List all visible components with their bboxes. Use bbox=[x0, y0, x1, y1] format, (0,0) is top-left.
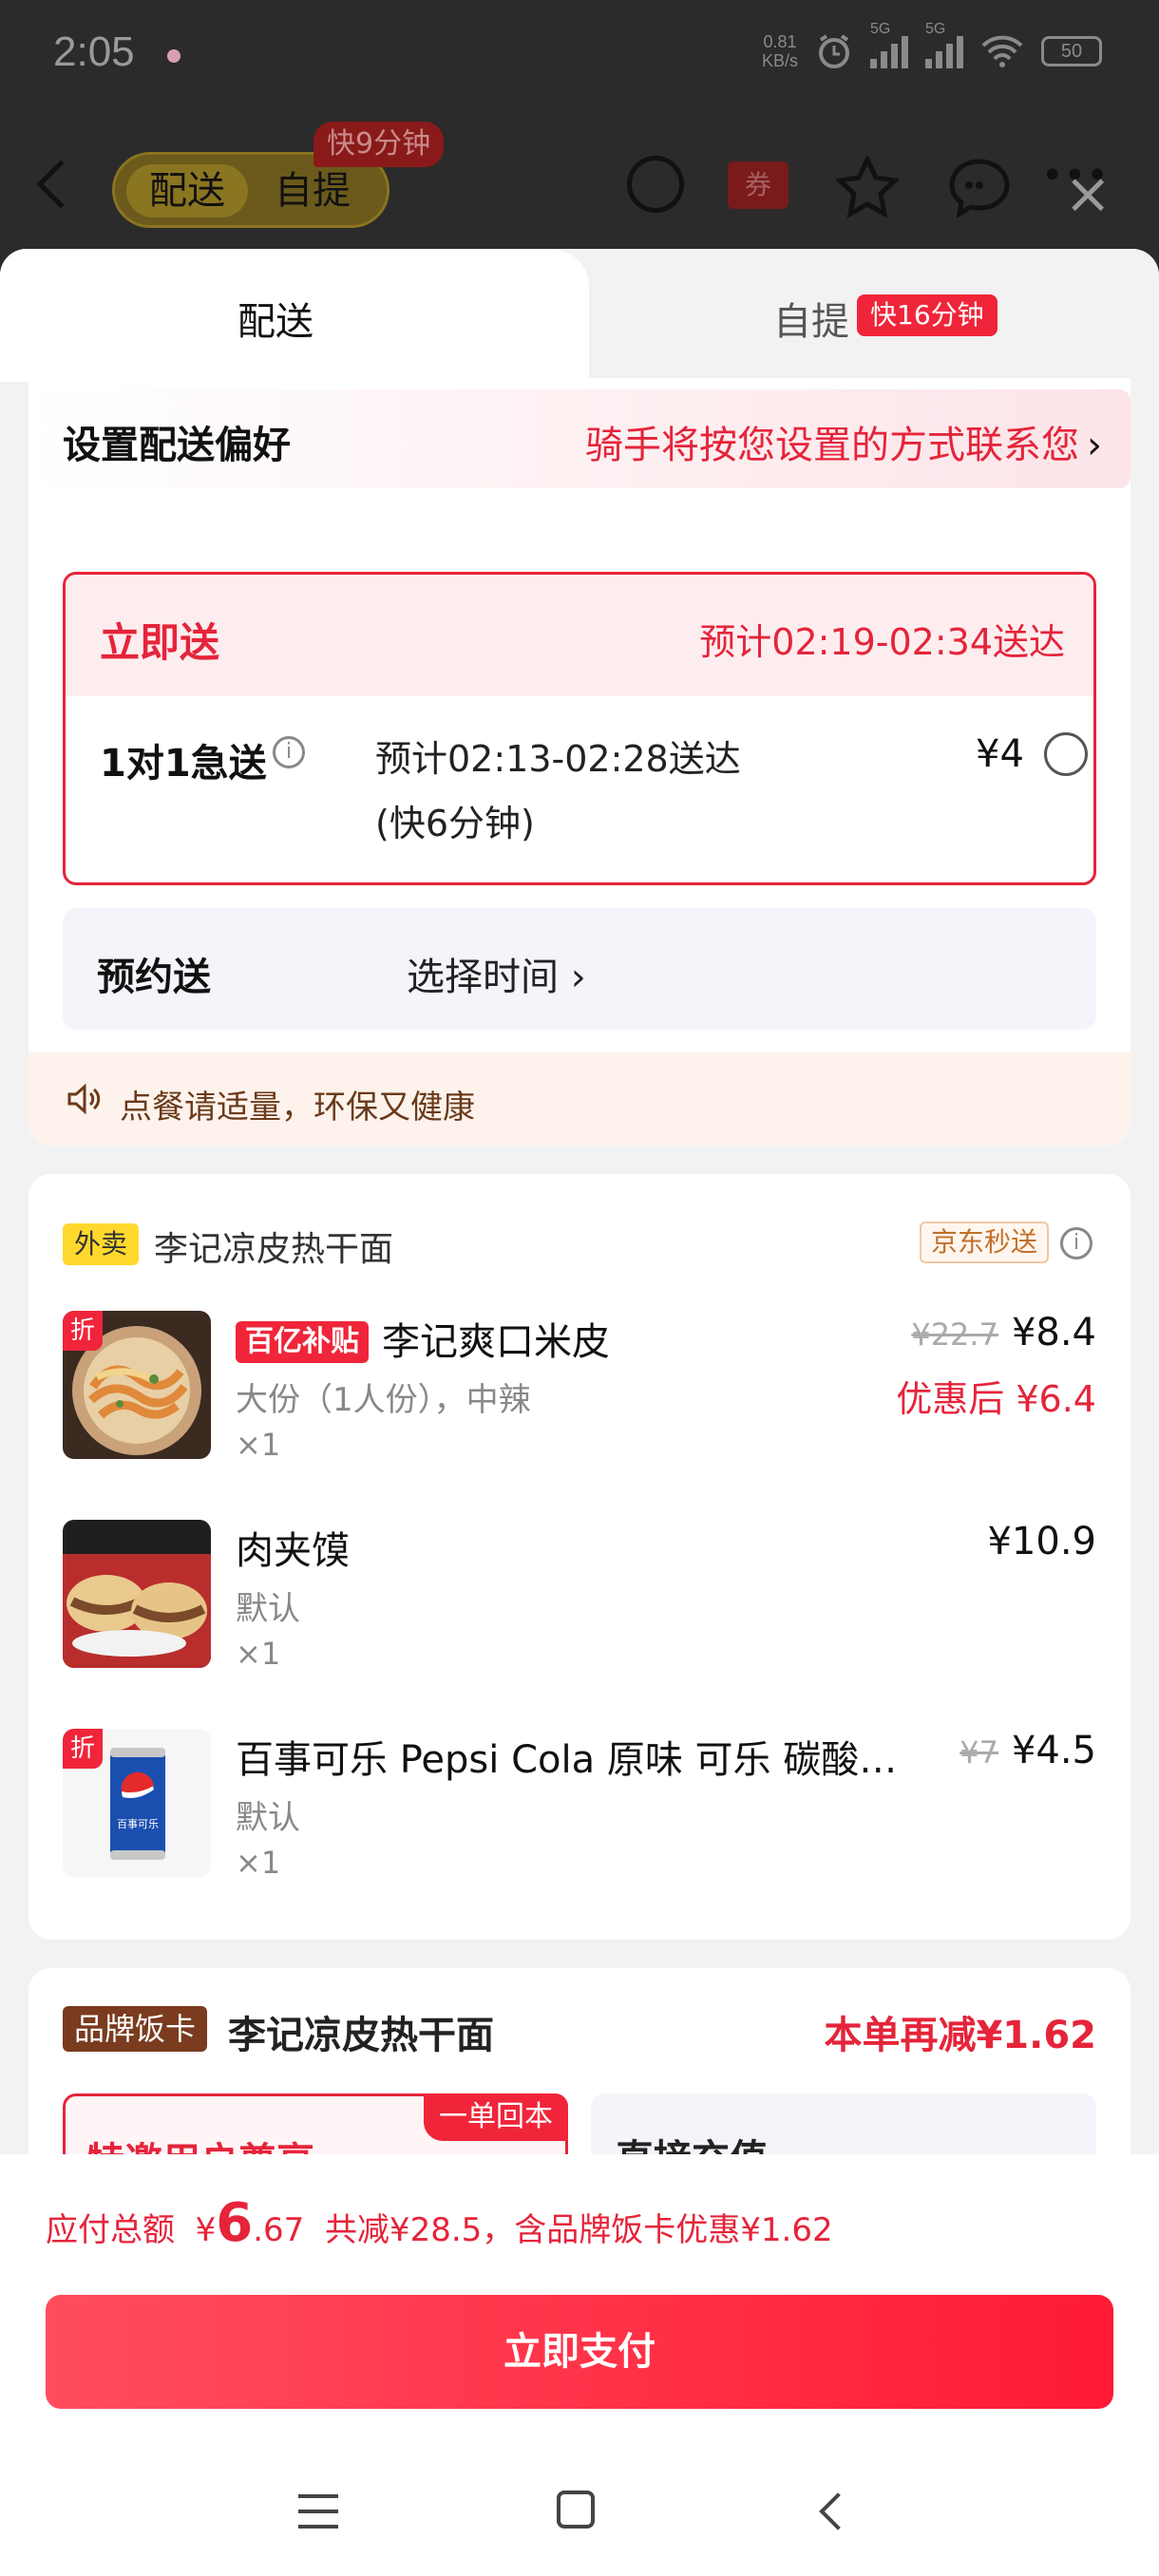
pickup-faster-tag: 快9分钟 bbox=[314, 122, 445, 167]
mode-delivery[interactable]: 配送 bbox=[126, 164, 248, 218]
wifi-icon bbox=[981, 35, 1023, 67]
preference-link[interactable]: 骑手将按您设置的方式联系您 › bbox=[585, 414, 1102, 469]
signal-2: 5G bbox=[925, 21, 963, 68]
item-price: ¥10.9 bbox=[987, 1520, 1096, 1563]
preference-title: 设置配送偏好 bbox=[63, 424, 291, 467]
coupon-icon[interactable]: 券 bbox=[728, 161, 788, 209]
drink-image: 百事可乐 折 bbox=[63, 1729, 211, 1877]
svg-text:百事可乐: 百事可乐 bbox=[117, 1818, 159, 1830]
item-name: 百亿补贴 李记爽口米皮 bbox=[236, 1311, 610, 1366]
info-icon[interactable]: i bbox=[1060, 1227, 1092, 1260]
delivery-preference-row[interactable]: 设置配送偏好 骑手将按您设置的方式联系您 › bbox=[28, 389, 1130, 488]
instant-delivery-header: 立即送 预计02:19-02:34送达 bbox=[66, 575, 1093, 696]
network-speed: 0.81 KB/s bbox=[761, 32, 798, 70]
item-name: 肉夹馍 bbox=[236, 1529, 350, 1573]
scheduled-title: 预约送 bbox=[97, 956, 211, 999]
eco-tip: 点餐请适量，环保又健康 bbox=[28, 1052, 1130, 1146]
mode-pickup[interactable]: 自提 bbox=[275, 164, 351, 218]
subsidy-badge: 百亿补贴 bbox=[236, 1321, 369, 1363]
battery-icon: 50 bbox=[1041, 36, 1102, 66]
checkout-bar: 应付总额 ¥6.67 共减¥28.5，含品牌饭卡优惠¥1.62 立即支付 bbox=[0, 2154, 1159, 2576]
offer-tag: 一单回本 bbox=[424, 2093, 568, 2141]
signal-bars-icon bbox=[925, 34, 963, 68]
list-item[interactable]: 百事可乐 折 百事可乐 Pepsi Cola 原味 可乐 碳酸… 默认 ×1 ¥… bbox=[63, 1729, 1096, 1890]
express-option-price: ¥4 bbox=[976, 732, 1024, 776]
item-spec: 大份（1人份），中辣 bbox=[236, 1381, 531, 1419]
home-icon[interactable] bbox=[557, 2491, 595, 2529]
pickup-badge: 快16分钟 bbox=[857, 294, 998, 336]
item-spec: 默认 bbox=[236, 1590, 300, 1628]
signal-bars-icon bbox=[870, 34, 908, 68]
discount-summary: 共减¥28.5，含品牌饭卡优惠¥1.62 bbox=[324, 2211, 833, 2249]
item-price: ¥7 ¥4.5 bbox=[960, 1729, 1096, 1772]
status-bar: 2:05 0.81 KB/s 5G 5G 50 bbox=[0, 0, 1159, 114]
item-name: 百事可乐 Pepsi Cola 原味 可乐 碳酸… bbox=[236, 1738, 898, 1782]
takeout-badge: 外卖 bbox=[63, 1223, 140, 1265]
discount-badge: 折 bbox=[63, 1311, 103, 1351]
signal-1: 5G bbox=[870, 21, 908, 68]
status-icons: 0.81 KB/s 5G 5G 50 bbox=[761, 21, 1102, 70]
speaker-icon bbox=[67, 1083, 101, 1115]
item-price: ¥22.7 ¥8.4 bbox=[911, 1311, 1096, 1354]
tip-text: 点餐请适量，环保又健康 bbox=[120, 1089, 475, 1127]
list-item[interactable]: 折 百亿补贴 李记爽口米皮 大份（1人份），中辣 ×1 ¥22.7 ¥8.4 优惠后… bbox=[63, 1311, 1096, 1472]
item-price-after-discount: 优惠后 ¥6.4 bbox=[896, 1378, 1096, 1420]
star-icon[interactable] bbox=[836, 156, 899, 218]
pay-now-button[interactable]: 立即支付 bbox=[46, 2295, 1113, 2409]
express-option-radio[interactable] bbox=[1044, 732, 1088, 776]
search-icon[interactable] bbox=[627, 156, 684, 213]
close-icon[interactable]: × bbox=[1064, 165, 1112, 222]
list-item[interactable]: 肉夹馍 默认 ×1 ¥10.9 bbox=[63, 1520, 1096, 1681]
express-option-title: 1对1急送 bbox=[100, 742, 267, 786]
chevron-right-icon: › bbox=[1087, 424, 1102, 467]
delivery-options-card: 设置配送偏好 骑手将按您设置的方式联系您 › 立即送 预计02:19-02:34送… bbox=[28, 378, 1130, 1146]
item-quantity: ×1 bbox=[236, 1636, 281, 1672]
page-header: 配送 自提 快9分钟 券 ••• × bbox=[0, 122, 1159, 266]
express-option-eta: 预计02:13-02:28送达 (快6分钟) bbox=[375, 738, 741, 844]
tab-delivery[interactable]: 配送 bbox=[0, 249, 589, 382]
back-nav-icon[interactable] bbox=[819, 2492, 857, 2530]
clock: 2:05 bbox=[53, 28, 135, 75]
info-icon[interactable]: i bbox=[273, 736, 305, 768]
total-amount: 6 bbox=[216, 2192, 254, 2254]
food-image: 折 bbox=[63, 1311, 211, 1459]
instant-title: 立即送 bbox=[100, 619, 220, 666]
alarm-icon bbox=[819, 34, 849, 68]
system-nav-bar bbox=[0, 2456, 1159, 2576]
brand-card-saving: 本单再减¥1.62 bbox=[824, 2014, 1096, 2057]
delivery-service-tag: 京东秒送 bbox=[920, 1222, 1050, 1263]
discount-badge: 折 bbox=[63, 1729, 103, 1769]
instant-eta: 预计02:19-02:34送达 bbox=[699, 621, 1065, 663]
item-spec: 默认 bbox=[236, 1799, 300, 1837]
notification-dot bbox=[167, 49, 180, 63]
food-image bbox=[63, 1520, 211, 1668]
choose-time-link[interactable]: 选择时间 › bbox=[407, 946, 586, 1001]
menu-icon[interactable] bbox=[298, 2494, 338, 2529]
tab-pickup[interactable]: 自提 bbox=[773, 291, 849, 346]
back-icon[interactable] bbox=[36, 160, 86, 209]
chat-icon[interactable] bbox=[946, 156, 1013, 218]
order-items-card: 外卖 李记凉皮热干面 京东秒送 i 折 百亿补贴 李记爽口米皮 大份（1人份），中… bbox=[28, 1174, 1130, 1940]
total-summary: 应付总额 ¥6.67 共减¥28.5，含品牌饭卡优惠¥1.62 bbox=[46, 2192, 833, 2254]
brand-card-tag: 品牌饭卡 bbox=[63, 2006, 208, 2052]
delivery-tabs: 配送 自提 快16分钟 bbox=[0, 249, 1159, 382]
scheduled-delivery-row[interactable]: 预约送 选择时间 › bbox=[63, 908, 1096, 1030]
shop-name[interactable]: 李记凉皮热干面 bbox=[154, 1222, 393, 1271]
brand-card-shop: 李记凉皮热干面 bbox=[228, 2014, 494, 2057]
item-quantity: ×1 bbox=[236, 1427, 281, 1463]
item-quantity: ×1 bbox=[236, 1845, 281, 1881]
instant-delivery-box: 立即送 预计02:19-02:34送达 1对1急送 i 预计02:13-02:2… bbox=[63, 572, 1096, 885]
